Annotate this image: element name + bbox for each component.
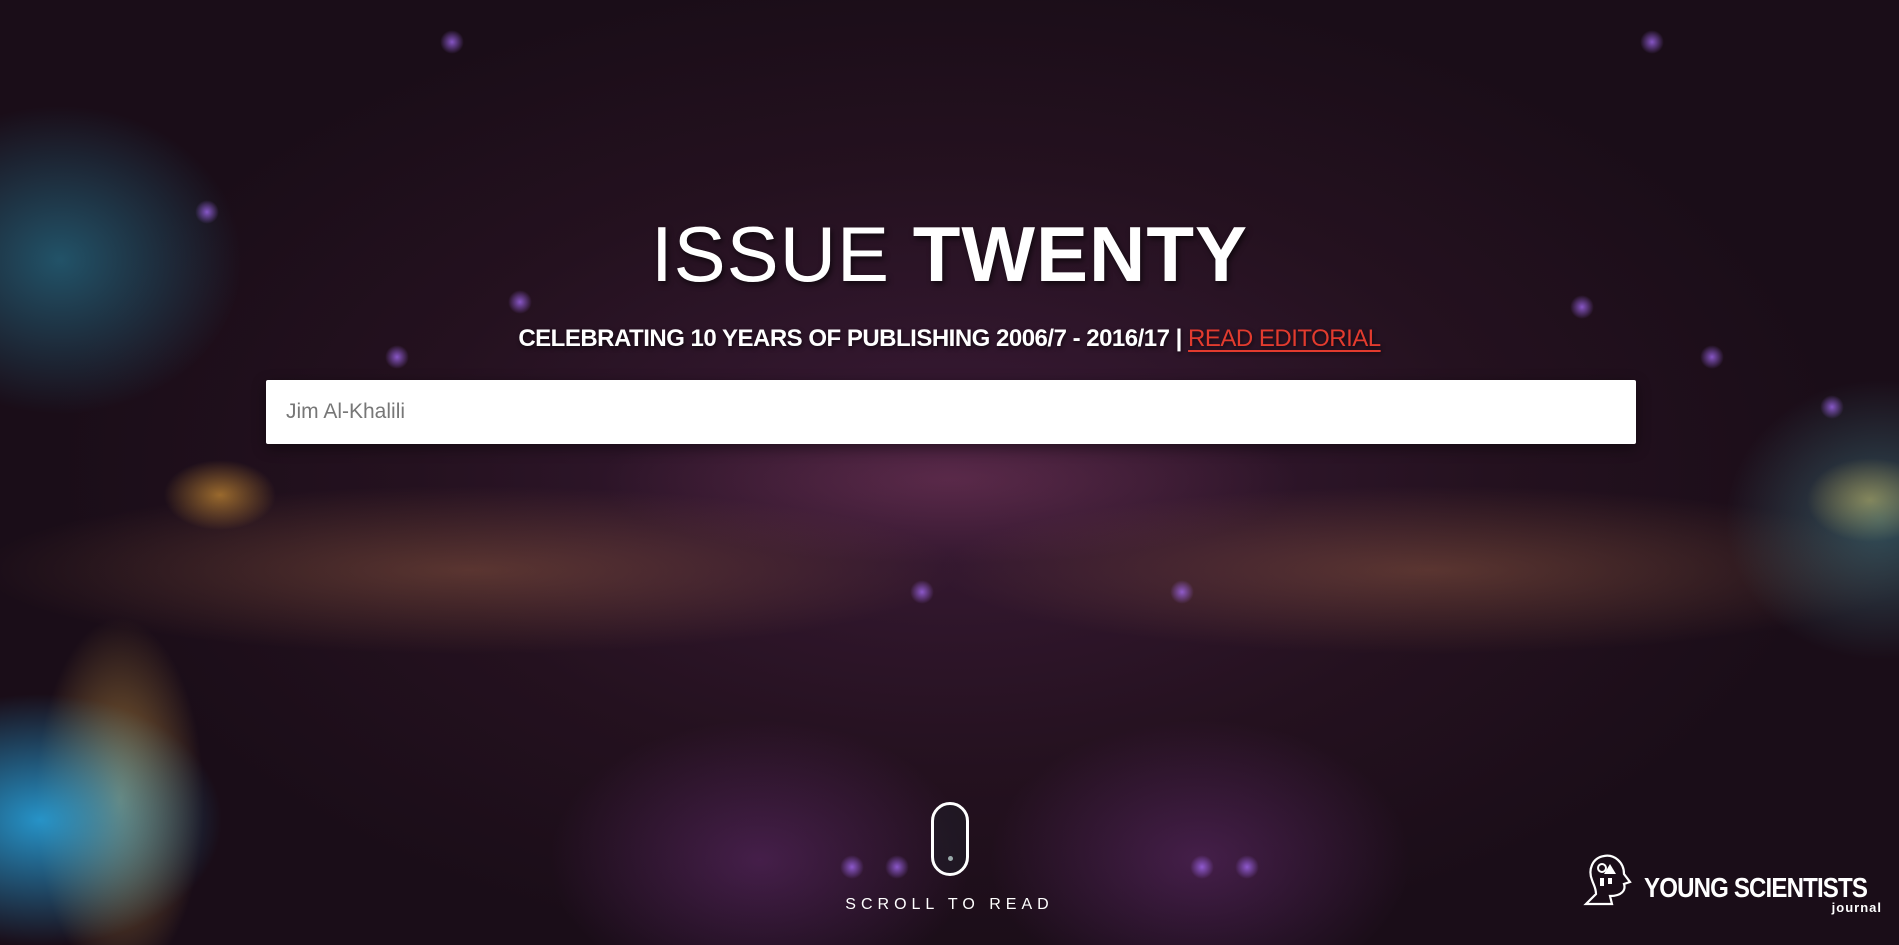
background-star bbox=[840, 855, 864, 879]
logo-subtitle: journal bbox=[1831, 900, 1882, 915]
background-star bbox=[885, 855, 909, 879]
issue-title-bold: TWENTY bbox=[912, 210, 1249, 298]
background-star bbox=[910, 580, 934, 604]
background-star bbox=[1235, 855, 1259, 879]
search-input[interactable] bbox=[266, 380, 1636, 444]
mouse-scroll-icon[interactable] bbox=[931, 802, 969, 876]
scroll-wheel-dot bbox=[948, 856, 953, 861]
issue-title: ISSUE TWENTY bbox=[0, 208, 1899, 300]
read-editorial-link[interactable]: READ EDITORIAL bbox=[1188, 325, 1381, 352]
background-star bbox=[440, 30, 464, 54]
young-scientists-head-logo bbox=[1583, 854, 1632, 906]
issue-subtitle: CELEBRATING 10 YEARS OF PUBLISHING 2006/… bbox=[0, 325, 1899, 353]
issue-title-light: ISSUE bbox=[650, 210, 891, 298]
background-star bbox=[1820, 395, 1844, 419]
background-star bbox=[1170, 580, 1194, 604]
background-star bbox=[1640, 30, 1664, 54]
background-star bbox=[1190, 855, 1214, 879]
subtitle-text: CELEBRATING 10 YEARS OF PUBLISHING 2006/… bbox=[518, 325, 1182, 352]
young-scientists-logo[interactable]: YOUNG SCIENTISTS journal bbox=[1582, 852, 1882, 915]
hero-section: ISSUE TWENTY CELEBRATING 10 YEARS OF PUB… bbox=[0, 0, 1899, 945]
